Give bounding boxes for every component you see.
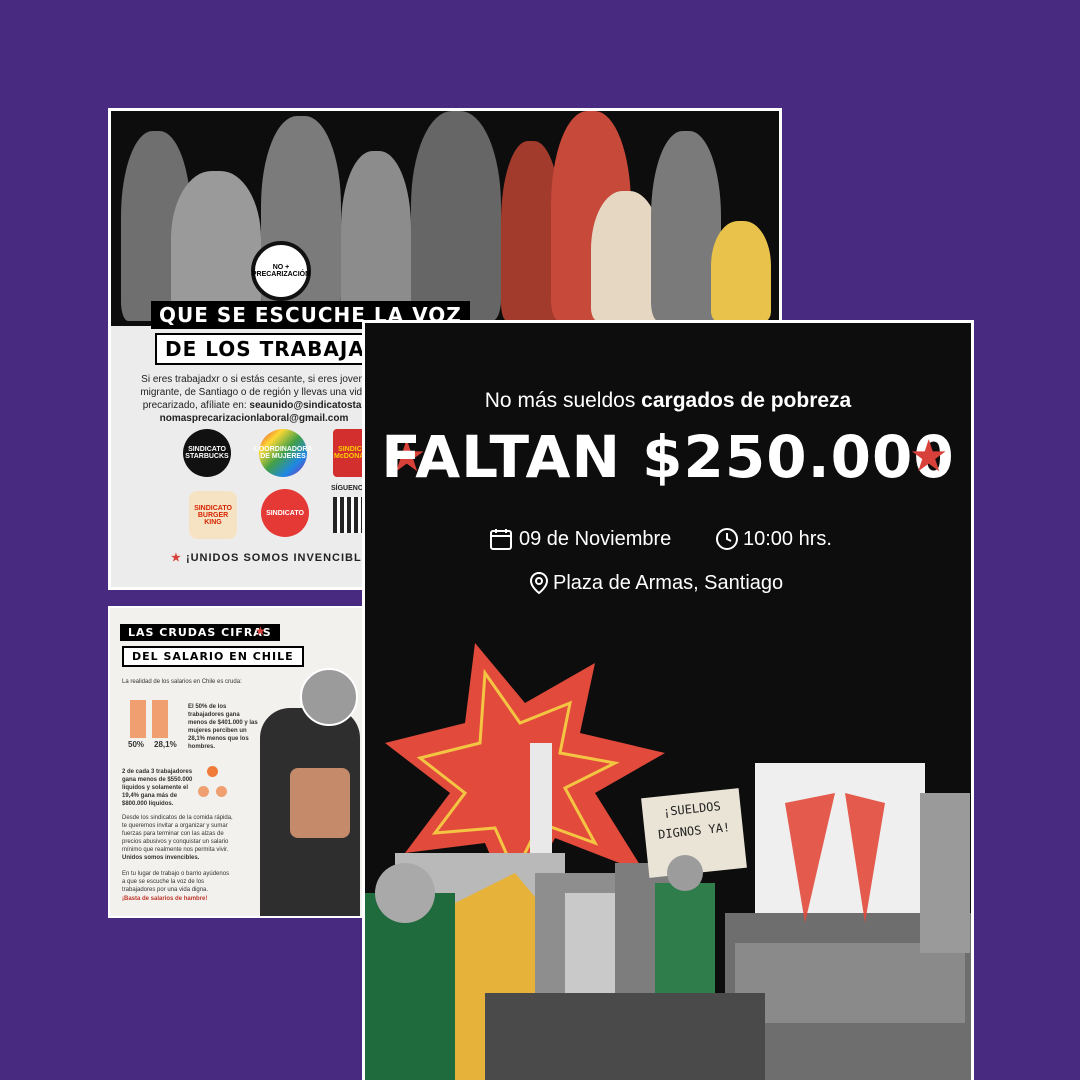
bar-icon-group [126, 698, 176, 738]
calendar-icon [490, 529, 512, 550]
contact-email-link[interactable]: nomasprecarizacionlaboral@gmail.com [160, 413, 349, 424]
stat-2: 2 de cada 3 trabajadores gana menos de $… [122, 769, 193, 807]
raised-fist-collage [240, 668, 364, 916]
star-icon: ★ [909, 432, 949, 481]
closing-slogan: ¡Basta de salarios de hambre! [122, 896, 208, 902]
poster-subtitle: No más sueldos cargados de pobreza [484, 389, 852, 412]
women-coordinator-logo: COORDINADORA DE MUJERES [254, 429, 313, 477]
union-email-link[interactable]: seaunido@sindicatostar [249, 400, 365, 411]
call-paragraph: En tu lugar de trabajo o barrio ayúdenos… [122, 871, 230, 893]
location-pin-icon [529, 571, 549, 595]
clock-icon [716, 528, 738, 550]
workers-collage-image: NO + PRECARIZACIÓN [111, 111, 779, 326]
event-time: 10:00 hrs. [715, 527, 832, 551]
event-date: 09 de Noviembre [489, 527, 671, 551]
no-precarizacion-badge: NO + PRECARIZACIÓN [251, 241, 311, 301]
people-icon [198, 766, 228, 802]
event-poster: No más sueldos cargados de pobreza ★ FAL… [362, 320, 974, 1080]
burger-king-union-logo: SINDICATO BURGER KING [189, 491, 237, 539]
join-text: Si eres trabajadxr o si estás cesante, s… [140, 374, 368, 424]
event-place: Plaza de Armas, Santiago [529, 571, 783, 595]
figures-title-line-2: DEL SALARIO EN CHILE [122, 646, 304, 667]
protest-collage-image [365, 643, 971, 1080]
union-logo: SINDICATO [261, 489, 309, 537]
flyer-card-salary-figures: LAS CRUDAS CIFRAS ★ DEL SALARIO EN CHILE… [108, 606, 366, 918]
poster-headline: FALTAN $250.000 [381, 423, 955, 491]
starbucks-union-logo: SINDICATO STARBUCKS [183, 429, 231, 477]
star-icon: ★ [255, 624, 266, 638]
invitation-paragraph: Desde los sindicatos de la comida rápida… [122, 815, 233, 861]
star-icon: ★ [171, 552, 182, 564]
unity-footer: ★ ¡UNIDOS SOMOS INVENCIBLES [171, 552, 379, 564]
